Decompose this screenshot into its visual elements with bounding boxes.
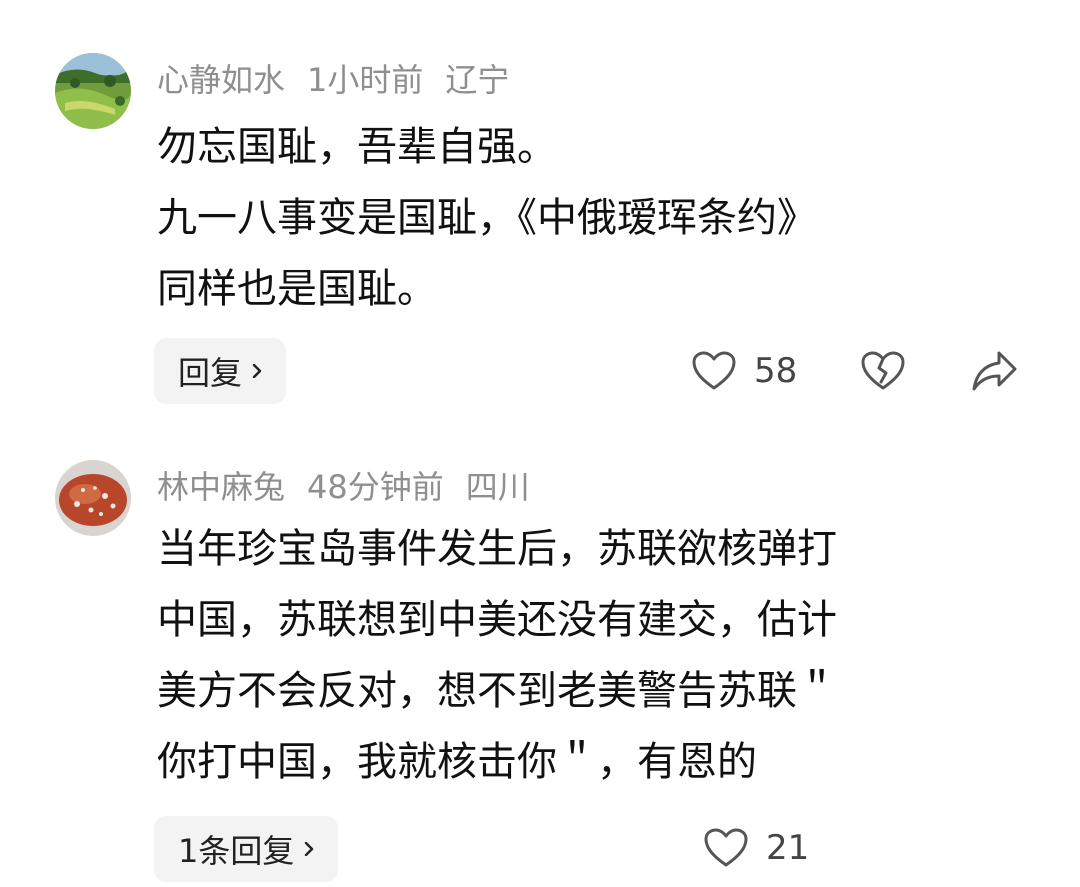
like-count: 58 — [754, 351, 798, 391]
location: 四川 — [465, 468, 530, 506]
avatar[interactable] — [55, 53, 131, 129]
comment-text: 当年珍宝岛事件发生后，苏联欲核弹打 中国，苏联想到中美还没有建交，估计 美方不会… — [157, 514, 1017, 798]
reply-button-label: 回复 — [178, 354, 243, 392]
comment-line: 美方不会反对，想不到老美警告苏联＂ — [157, 668, 837, 714]
avatar-image — [55, 53, 131, 129]
username[interactable]: 心静如水 — [157, 61, 285, 99]
timestamp: 48分钟前 — [307, 468, 444, 506]
chevron-right-icon — [252, 364, 262, 378]
comment-line: 同样也是国耻。 — [157, 266, 437, 312]
share-button[interactable] — [971, 349, 1019, 393]
location: 辽宁 — [445, 61, 510, 99]
comment-meta: 林中麻兔 48分钟前 四川 — [157, 471, 552, 503]
avatar-image — [55, 460, 131, 536]
heart-outline-icon — [704, 828, 748, 867]
broken-heart-icon — [861, 351, 905, 390]
comment-actions: 21 — [704, 818, 809, 878]
like-button[interactable]: 21 — [704, 828, 809, 868]
comment-line: 当年珍宝岛事件发生后，苏联欲核弹打 — [157, 526, 837, 572]
comment-actions: 58 — [692, 341, 1019, 401]
reply-button[interactable]: 回复 — [154, 338, 287, 404]
timestamp: 1小时前 — [307, 61, 424, 99]
comment-line: 你打中国，我就核击你＂，有恩的 — [157, 739, 757, 785]
reply-button-label: 1条回复 — [178, 832, 295, 870]
like-button[interactable]: 58 — [692, 351, 797, 391]
like-count: 21 — [766, 828, 810, 868]
comment-meta: 心静如水 1小时前 辽宁 — [157, 64, 531, 96]
avatar[interactable] — [55, 460, 131, 536]
share-arrow-icon — [972, 351, 1017, 391]
comment-line: 勿忘国耻，吾辈自强。 — [157, 124, 557, 170]
heart-outline-icon — [692, 351, 736, 390]
dislike-button[interactable] — [861, 351, 905, 391]
comment-line: 九一八事变是国耻，《中俄瑷珲条约》 — [157, 195, 817, 241]
reply-button[interactable]: 1条回复 — [154, 816, 339, 882]
comment-line: 中国，苏联想到中美还没有建交，估计 — [157, 597, 837, 643]
comment-text: 勿忘国耻，吾辈自强。 九一八事变是国耻，《中俄瑷珲条约》 同样也是国耻。 — [157, 112, 1017, 325]
username[interactable]: 林中麻兔 — [157, 468, 285, 506]
chevron-right-icon — [305, 842, 314, 856]
